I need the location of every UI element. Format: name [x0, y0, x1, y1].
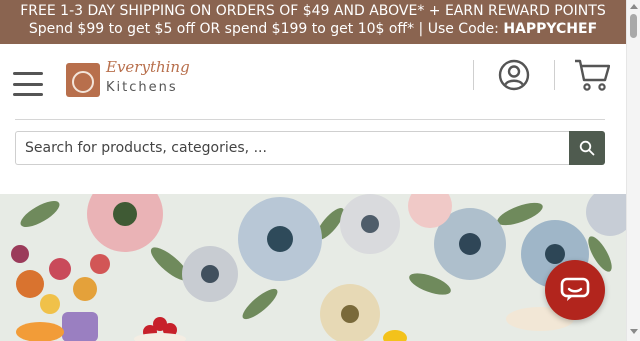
- site-header: Everything Kitchens: [0, 44, 626, 120]
- scroll-down-arrow-icon[interactable]: [630, 329, 638, 334]
- header-divider: [554, 60, 555, 90]
- scrollbar-thumb[interactable]: [630, 14, 637, 38]
- header-divider: [473, 60, 474, 90]
- logo-mark-icon: [66, 63, 100, 97]
- logo-text-everything: Everything: [106, 58, 190, 76]
- search-input[interactable]: [15, 131, 569, 165]
- promo-banner: FREE 1-3 DAY SHIPPING ON ORDERS OF $49 A…: [0, 0, 626, 44]
- promo-code: HAPPYCHEF: [503, 21, 598, 37]
- promo-line-shipping: FREE 1-3 DAY SHIPPING ON ORDERS OF $49 A…: [20, 3, 606, 19]
- chat-button[interactable]: [545, 260, 605, 320]
- floral-kitchen-banner-image: [0, 194, 626, 341]
- hamburger-menu-icon[interactable]: [13, 72, 43, 96]
- user-account-icon[interactable]: [498, 59, 530, 91]
- search-button[interactable]: [569, 131, 605, 165]
- chat-bubble-icon: [560, 277, 590, 301]
- header-separator: [15, 119, 605, 120]
- shopping-cart-icon[interactable]: [574, 58, 611, 92]
- promo-line-discount: Spend $99 to get $5 off OR spend $199 to…: [0, 20, 626, 38]
- promo-discount-text: Spend $99 to get $5 off OR spend $199 to…: [28, 21, 504, 37]
- page-scrollbar[interactable]: [626, 0, 640, 341]
- logo-text-kitchens: Kitchens: [106, 80, 178, 95]
- brand-logo[interactable]: Everything Kitchens: [66, 58, 190, 100]
- scroll-up-arrow-icon[interactable]: [630, 4, 638, 9]
- search-icon: [579, 140, 595, 156]
